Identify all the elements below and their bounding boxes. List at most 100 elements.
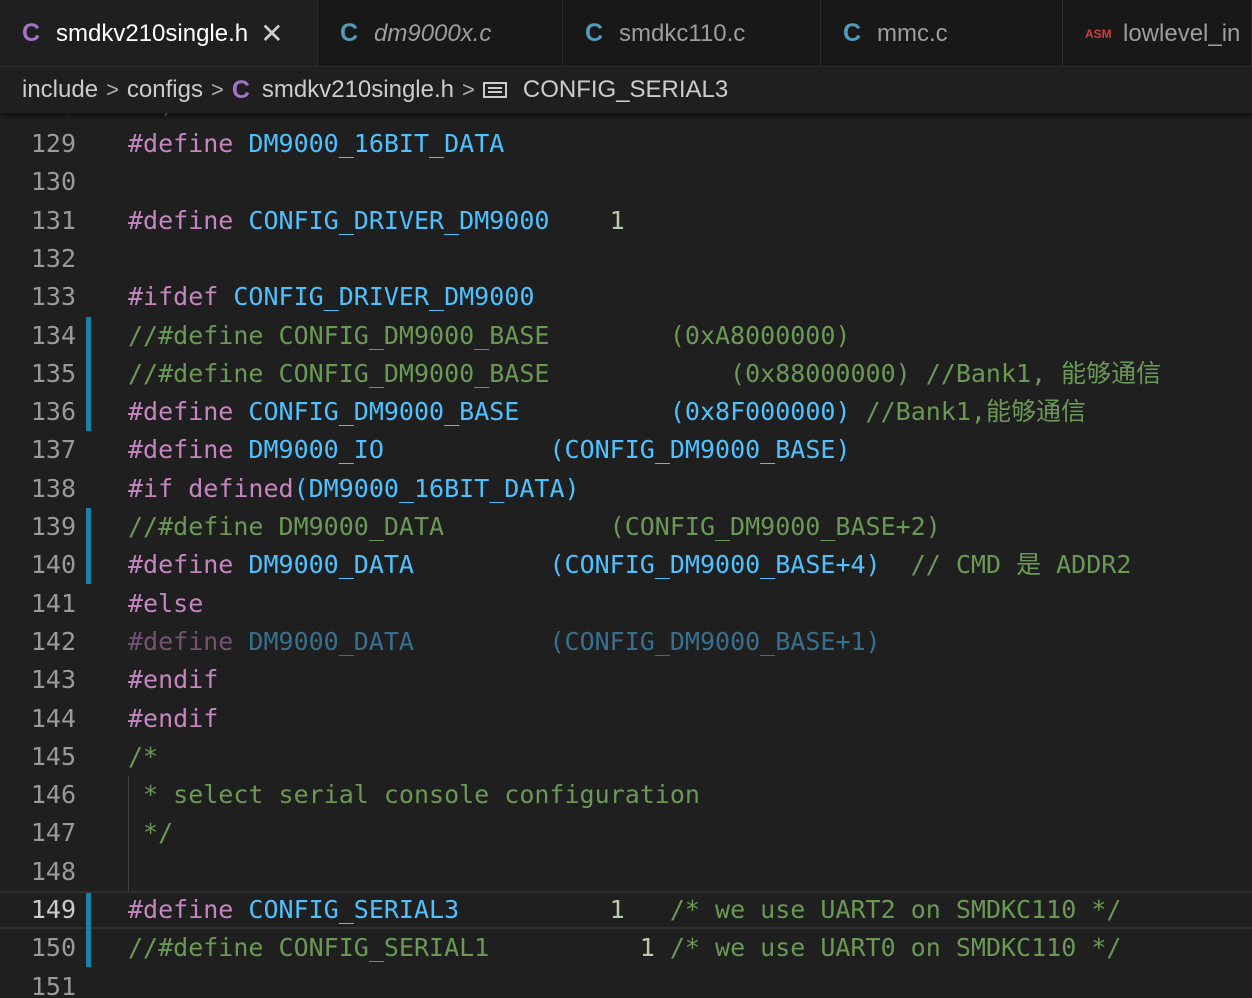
code-text: //#define DM9000_DATA (CONFIG_DM9000_BAS… (128, 508, 941, 546)
code-text: #define DM9000_DATA (CONFIG_DM9000_BASE+… (128, 546, 1131, 584)
tab-smdkv210single-h[interactable]: Csmdkv210single.h ✕ (0, 0, 318, 66)
code-line[interactable]: 147 */ (0, 814, 1252, 852)
code-line[interactable]: 151 (0, 968, 1252, 998)
c-file-icon: C (585, 19, 604, 47)
code-line[interactable]: 137 #define DM9000_IO (CONFIG_DM9000_BASE… (0, 431, 1252, 469)
editor-tab-bar: Csmdkv210single.h ✕ Cdm9000x.c Csmdkc110.c C… (0, 0, 1252, 67)
code-token: #if (128, 474, 189, 503)
code-line[interactable]: 136 #define CONFIG_DM9000_BASE (0x8F00000… (0, 393, 1252, 431)
code-text: #define CONFIG_DM9000_BASE (0x8F000000) … (128, 393, 1086, 431)
breadcrumb-symbol[interactable]: CONFIG_SERIAL3 (523, 76, 728, 104)
code-token: DM9000_16BIT_DATA (248, 129, 505, 158)
code-text: #define CONFIG_DRIVER_DM9000 1 (128, 202, 625, 240)
code-text: #ifdef CONFIG_DRIVER_DM9000 (128, 278, 534, 316)
tab-dm9000x-c[interactable]: Cdm9000x.c (318, 0, 563, 66)
code-text: #else (128, 585, 203, 623)
line-number: 131 (30, 206, 76, 235)
line-number: 146 (30, 780, 76, 809)
code-token: #endif (128, 704, 219, 733)
line-number: 140 (30, 550, 76, 579)
code-token: #define (128, 627, 249, 656)
code-editor[interactable]: 128 */ 129 #define DM9000_16BIT_DATA 130 13… (0, 113, 1252, 998)
code-token: #define (128, 129, 249, 158)
code-text: */ (148, 113, 178, 124)
line-number: 133 (30, 282, 76, 311)
tab-smdkc110-c[interactable]: Csmdkc110.c (563, 0, 821, 66)
code-line[interactable]: 132 (0, 240, 1252, 278)
code-text: * select serial console configuration (128, 776, 700, 814)
code-token: * select serial console configuration (128, 780, 700, 809)
code-line[interactable]: 145 /* (0, 738, 1252, 776)
line-number: 129 (30, 129, 76, 158)
code-line[interactable]: 146 * select serial console configuratio… (0, 776, 1252, 814)
breadcrumb-folder-include[interactable]: include (22, 76, 98, 104)
breadcrumb-separator: > (462, 77, 475, 102)
code-line[interactable]: 142 #define DM9000_DATA (CONFIG_DM9000_BA… (0, 623, 1252, 661)
git-modified-marker[interactable] (86, 929, 91, 967)
code-token: #else (128, 589, 204, 618)
code-line[interactable]: 130 (0, 163, 1252, 201)
code-text: //#define CONFIG_SERIAL1 1 /* we use UAR… (128, 929, 1121, 967)
code-token: #define (128, 550, 249, 579)
line-number: 144 (30, 704, 76, 733)
code-token: CONFIG_DRIVER_DM9000 (233, 282, 535, 311)
code-text: #if defined(DM9000_16BIT_DATA) (128, 470, 580, 508)
code-token: // CMD 是 ADDR2 (880, 550, 1132, 579)
tab-mmc-c[interactable]: Cmmc.c (821, 0, 1063, 66)
code-token: (CONFIG_DM9000_BASE) (549, 435, 851, 464)
indent-guide (128, 776, 129, 891)
line-number: 139 (30, 512, 76, 541)
tab-label: dm9000x.c (374, 19, 492, 47)
tab-lowlevel-in[interactable]: ASM lowlevel_in (1063, 0, 1252, 66)
code-token: DM9000_IO (248, 435, 384, 464)
line-number: 135 (30, 359, 76, 388)
git-modified-marker[interactable] (86, 508, 91, 546)
code-line[interactable]: 135 //#define CONFIG_DM9000_BASE (0x88000… (0, 355, 1252, 393)
code-token: 1 (609, 895, 625, 924)
code-line[interactable]: 150 //#define CONFIG_SERIAL1 1 /* we use … (0, 929, 1252, 967)
code-line[interactable]: 131 #define CONFIG_DRIVER_DM9000 1 (0, 202, 1252, 240)
tab-label: smdkc110.c (619, 19, 746, 47)
line-number: 130 (30, 167, 76, 196)
code-line[interactable]: 149 #define CONFIG_SERIAL3 1 /* we use UA… (0, 891, 1252, 931)
tab-label: lowlevel_in (1123, 19, 1241, 47)
close-icon[interactable]: ✕ (260, 17, 283, 50)
breadcrumb-separator: > (106, 77, 119, 102)
code-token: CONFIG_DM9000_BASE (248, 397, 520, 426)
code-line[interactable]: 141 #else (0, 585, 1252, 623)
code-token: #ifdef (128, 282, 234, 311)
code-line[interactable]: 140 #define DM9000_DATA (CONFIG_DM9000_BA… (0, 546, 1252, 584)
code-line[interactable]: 129 #define DM9000_16BIT_DATA (0, 125, 1252, 163)
code-text: #define DM9000_DATA (CONFIG_DM9000_BASE+… (128, 623, 881, 661)
line-number: 137 (30, 435, 76, 464)
line-number: 143 (30, 665, 76, 694)
code-line[interactable]: 143 #endif (0, 661, 1252, 699)
tab-label: mmc.c (877, 19, 948, 47)
git-modified-marker[interactable] (86, 355, 91, 393)
code-token: #endif (128, 665, 219, 694)
code-line[interactable]: 133 #ifdef CONFIG_DRIVER_DM9000 (0, 278, 1252, 316)
code-line[interactable]: 139 //#define DM9000_DATA (CONFIG_DM9000_… (0, 508, 1252, 546)
code-token: CONFIG_SERIAL3 (248, 895, 460, 924)
code-token: DM9000_DATA (248, 550, 414, 579)
git-modified-marker[interactable] (86, 893, 91, 931)
git-modified-marker[interactable] (86, 317, 91, 355)
code-line[interactable]: 144 #endif (0, 700, 1252, 738)
symbol-constant-icon (482, 82, 507, 98)
code-line-partial: 128 */ (0, 113, 1252, 124)
code-line[interactable]: 134 //#define CONFIG_DM9000_BASE (0xA8000… (0, 317, 1252, 355)
breadcrumb-folder-configs[interactable]: configs (127, 76, 203, 104)
code-token: //#define CONFIG_DM9000_BASE (0xA8000000… (128, 321, 851, 350)
code-token: (DM9000_16BIT_DATA) (293, 474, 580, 503)
git-modified-marker[interactable] (86, 546, 91, 584)
breadcrumb-file[interactable]: smdkv210single.h (262, 76, 454, 104)
code-line[interactable]: 138 #if defined(DM9000_16BIT_DATA) (0, 470, 1252, 508)
git-modified-marker[interactable] (86, 393, 91, 431)
code-text: #define DM9000_IO (CONFIG_DM9000_BASE) (128, 431, 851, 469)
code-line[interactable]: 148 (0, 853, 1252, 891)
code-token: 1 (639, 933, 655, 962)
